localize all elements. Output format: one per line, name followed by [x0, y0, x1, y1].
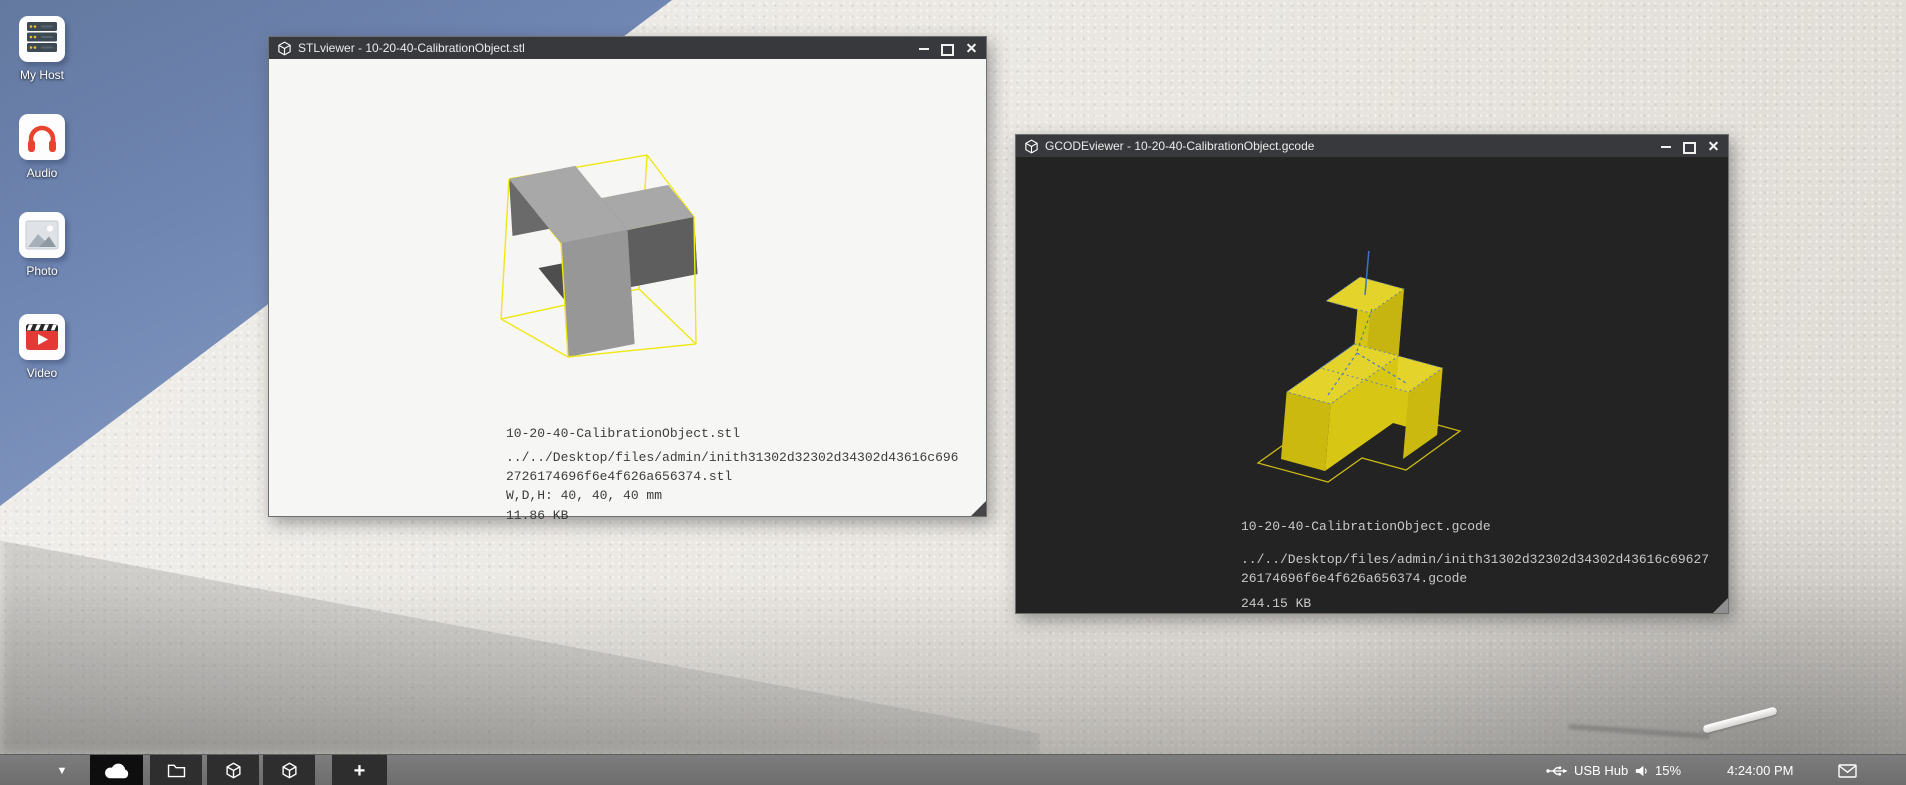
window-title: STLviewer - 10-20-40-CalibrationObject.s… — [298, 41, 525, 55]
gcodeviewer-titlebar[interactable]: GCODEviewer - 10-20-40-CalibrationObject… — [1016, 135, 1728, 157]
video-clapper-icon — [19, 314, 65, 360]
file-path: ../../Desktop/files/admin/inith31302d323… — [506, 448, 960, 486]
desktop-icon-my-host[interactable]: My Host — [0, 16, 84, 82]
minimize-button[interactable] — [917, 42, 930, 55]
tray-mail[interactable] — [1838, 755, 1857, 785]
cube-icon — [225, 762, 242, 779]
usb-icon — [1546, 764, 1568, 778]
tray-volume[interactable]: 15% — [1634, 755, 1681, 785]
plus-icon: + — [354, 761, 366, 781]
file-size: 244.15 KB — [1241, 594, 1711, 613]
taskbar-app-gcodeviewer[interactable] — [263, 755, 315, 785]
minimize-button[interactable] — [1659, 140, 1672, 153]
stlviewer-titlebar[interactable]: STLviewer - 10-20-40-CalibrationObject.s… — [269, 37, 986, 59]
cube-icon — [281, 762, 298, 779]
file-info: 10-20-40-CalibrationObject.gcode ../../D… — [1241, 517, 1711, 613]
desktop-icon-label: Audio — [0, 166, 84, 180]
resize-handle[interactable] — [971, 501, 986, 516]
gcodeviewer-window: GCODEviewer - 10-20-40-CalibrationObject… — [1015, 134, 1729, 614]
window-title: GCODEviewer - 10-20-40-CalibrationObject… — [1045, 139, 1314, 153]
envelope-icon — [1838, 764, 1857, 778]
speaker-icon — [1634, 764, 1649, 778]
tray-volume-label: 15% — [1655, 763, 1681, 778]
desktop-icon-label: Photo — [0, 264, 84, 278]
file-dimensions: W,D,H: 40, 40, 40 mm — [506, 486, 960, 505]
photo-icon — [19, 212, 65, 258]
close-button[interactable] — [965, 42, 978, 55]
desktop-icon-audio[interactable]: Audio — [0, 114, 84, 180]
server-icon — [19, 16, 65, 62]
maximize-button[interactable] — [941, 42, 954, 55]
desktop-icon-photo[interactable]: Photo — [0, 212, 84, 278]
cube-icon — [277, 41, 292, 56]
desktop: My Host Audio Photo — [0, 0, 1906, 785]
taskbar-add-button[interactable]: + — [332, 755, 387, 785]
file-name: 10-20-40-CalibrationObject.stl — [506, 424, 960, 443]
taskbar: ▼ + — [0, 754, 1906, 785]
taskbar-app-files[interactable] — [150, 755, 202, 785]
taskbar-app-stlviewer[interactable] — [207, 755, 259, 785]
folder-icon — [167, 763, 186, 778]
desktop-icon-label: Video — [0, 366, 84, 380]
resize-handle[interactable] — [1713, 598, 1728, 613]
gcode-3d-view[interactable]: 10-20-40-CalibrationObject.gcode ../../D… — [1016, 157, 1728, 613]
close-button[interactable] — [1707, 140, 1720, 153]
tray-usb[interactable]: USB Hub — [1546, 755, 1628, 785]
tray-usb-label: USB Hub — [1574, 763, 1628, 778]
stl-model-render — [481, 141, 721, 381]
file-size: 11.86 KB — [506, 506, 960, 525]
headphones-icon — [19, 114, 65, 160]
file-path: ../../Desktop/files/admin/inith31302d323… — [1241, 550, 1711, 588]
file-info: 10-20-40-CalibrationObject.stl ../../Des… — [506, 424, 960, 525]
file-name: 10-20-40-CalibrationObject.gcode — [1241, 517, 1711, 536]
gcode-model-render — [1241, 251, 1491, 491]
tray-clock[interactable]: 4:24:00 PM — [1727, 755, 1794, 785]
cloud-icon — [104, 762, 130, 780]
cube-icon — [1024, 139, 1039, 154]
clock-label: 4:24:00 PM — [1727, 763, 1794, 778]
chevron-down-icon[interactable]: ▼ — [48, 755, 76, 785]
maximize-button[interactable] — [1683, 140, 1696, 153]
taskbar-app-cloud[interactable] — [90, 755, 143, 785]
desktop-icon-video[interactable]: Video — [0, 314, 84, 380]
stlviewer-window: STLviewer - 10-20-40-CalibrationObject.s… — [268, 36, 987, 517]
desktop-icon-label: My Host — [0, 68, 84, 82]
stl-3d-view[interactable]: 10-20-40-CalibrationObject.stl ../../Des… — [269, 59, 986, 516]
